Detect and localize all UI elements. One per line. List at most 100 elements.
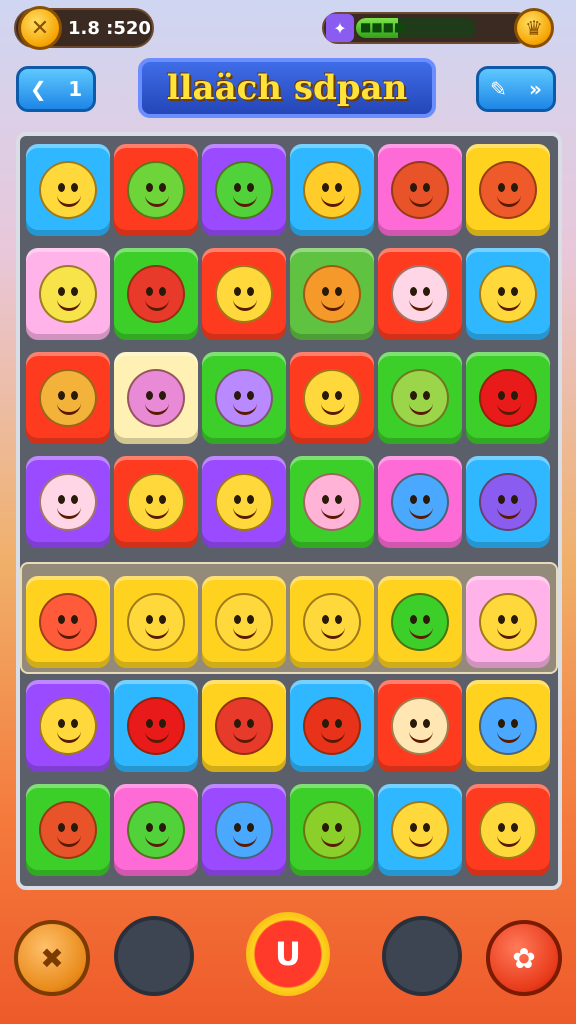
smiley-face-icon [127,473,185,531]
game-tile[interactable] [290,576,374,668]
wand-icon: ✎ [490,77,507,101]
coin-icon: ✕ [18,6,62,50]
game-tile[interactable] [378,784,462,876]
empty-slot-right[interactable] [382,916,462,996]
game-tile[interactable] [114,456,198,548]
game-tile[interactable] [378,248,462,340]
smiley-face-icon [479,697,537,755]
smiley-face-icon [127,161,185,219]
game-tile[interactable] [290,248,374,340]
smiley-face-icon [391,265,449,323]
smiley-face-icon [215,265,273,323]
game-tile[interactable] [466,352,550,444]
game-tile[interactable] [378,144,462,236]
next-button[interactable]: ✎ » [476,66,556,112]
game-tile[interactable] [114,576,198,668]
lightning-icon: ✦ [326,14,354,42]
smiley-face-icon [303,473,361,531]
game-tile[interactable] [114,248,198,340]
smiley-face-icon [39,161,97,219]
game-title: llaäch sdpan [166,68,408,108]
smiley-face-icon [215,801,273,859]
game-tile[interactable] [378,456,462,548]
shuffle-button[interactable]: ✖ [14,920,90,996]
smiley-face-icon [391,593,449,651]
smiley-face-icon [391,473,449,531]
smiley-face-icon [479,369,537,427]
game-tile[interactable] [202,680,286,772]
settings-button[interactable]: ✿ [486,920,562,996]
game-tile[interactable] [378,576,462,668]
game-tile[interactable] [114,680,198,772]
game-tile[interactable] [290,144,374,236]
smiley-face-icon [127,369,185,427]
smiley-face-icon [303,697,361,755]
center-action-button[interactable]: U [246,912,330,996]
game-tile[interactable] [290,680,374,772]
game-tile[interactable] [290,456,374,548]
back-button[interactable]: ❮ 1 [16,66,96,112]
smiley-face-icon [391,369,449,427]
game-tile[interactable] [290,352,374,444]
game-tile[interactable] [202,576,286,668]
smiley-face-icon [215,161,273,219]
game-tile[interactable] [202,144,286,236]
chevron-left-icon: ❮ [29,77,47,101]
game-tile[interactable] [26,784,110,876]
game-tile[interactable] [466,456,550,548]
game-tile[interactable] [202,784,286,876]
smiley-face-icon [39,265,97,323]
smiley-face-icon [391,161,449,219]
game-tile[interactable] [114,784,198,876]
energy-label: ■■■■ [360,20,406,34]
smiley-face-icon [39,369,97,427]
smiley-face-icon [303,593,361,651]
game-tile[interactable] [202,248,286,340]
smiley-face-icon [215,697,273,755]
game-tile[interactable] [466,680,550,772]
smiley-face-icon [303,161,361,219]
game-tile[interactable] [378,352,462,444]
smiley-face-icon [391,801,449,859]
smiley-face-icon [479,265,537,323]
game-tile[interactable] [466,576,550,668]
game-tile[interactable] [466,144,550,236]
game-tile[interactable] [202,352,286,444]
coin-value: 1.8 :520 [68,17,151,39]
smiley-face-icon [303,369,361,427]
empty-slot-left[interactable] [114,916,194,996]
smiley-face-icon [127,593,185,651]
smiley-face-icon [479,801,537,859]
smiley-face-icon [127,265,185,323]
game-tile[interactable] [26,456,110,548]
smiley-face-icon [303,801,361,859]
game-tile[interactable] [26,576,110,668]
game-tile[interactable] [26,144,110,236]
game-tile[interactable] [26,352,110,444]
game-tile[interactable] [26,680,110,772]
smiley-face-icon [39,697,97,755]
smiley-face-icon [215,593,273,651]
game-tile[interactable] [378,680,462,772]
game-tile[interactable] [26,248,110,340]
game-tile[interactable] [202,456,286,548]
title-banner: llaäch sdpan [138,58,436,118]
smiley-face-icon [127,697,185,755]
trophy-icon[interactable]: ♛ [514,8,554,48]
game-tile[interactable] [290,784,374,876]
gear-icon: ✿ [512,941,536,975]
smiley-face-icon [479,593,537,651]
center-action-label: U [275,935,301,973]
level-number: 1 [68,77,83,101]
smiley-face-icon [39,801,97,859]
smiley-face-icon [391,697,449,755]
smiley-face-icon [215,473,273,531]
smiley-face-icon [303,265,361,323]
game-tile[interactable] [466,784,550,876]
smiley-face-icon [479,161,537,219]
smiley-face-icon [127,801,185,859]
game-tile[interactable] [114,144,198,236]
game-tile[interactable] [114,352,198,444]
smiley-face-icon [479,473,537,531]
game-tile[interactable] [466,248,550,340]
